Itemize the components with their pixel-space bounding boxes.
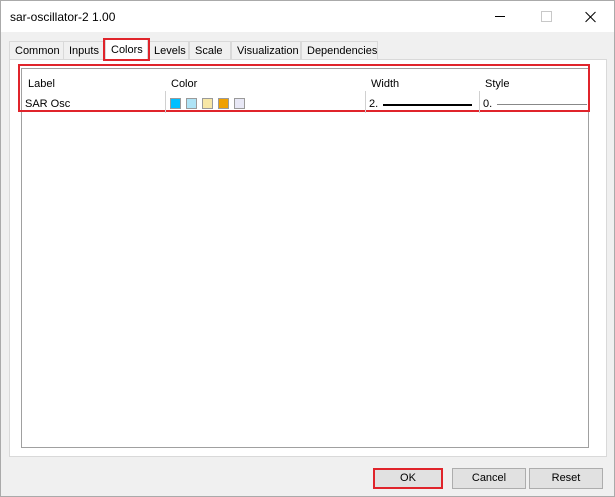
colors-grid: Label Color Width Style SAR Osc 2. 0. [18,64,590,448]
tab-levels[interactable]: Levels [148,41,189,59]
column-header-color: Color [171,78,198,90]
row-label: SAR Osc [25,98,71,110]
tab-visualization[interactable]: Visualization [231,41,301,59]
color-swatch-1[interactable] [170,98,181,109]
cancel-button[interactable]: Cancel [452,468,526,489]
maximize-icon [540,11,552,22]
tab-scale[interactable]: Scale [189,41,231,59]
tab-colors[interactable]: Colors [103,38,150,61]
minimize-icon [495,16,505,17]
close-button[interactable] [568,1,614,32]
close-icon [585,11,597,23]
style-value[interactable]: 0. [483,98,492,110]
tab-dependencies[interactable]: Dependencies [301,41,378,59]
tab-bar: Common Inputs Colors Levels Scale Visual… [9,38,609,61]
tab-common[interactable]: Common [9,41,64,59]
colors-panel: Label Color Width Style SAR Osc 2. 0. [9,59,607,457]
color-swatch-5[interactable] [234,98,245,109]
title-bar: sar-oscillator-2 1.00 [1,1,614,32]
color-swatch-3[interactable] [202,98,213,109]
reset-button[interactable]: Reset [529,468,603,489]
column-header-width: Width [371,78,400,90]
dialog-window: sar-oscillator-2 1.00 Common Inputs Colo… [0,0,615,497]
width-value[interactable]: 2. [369,98,378,110]
window-title: sar-oscillator-2 1.00 [10,10,116,24]
maximize-button[interactable] [523,1,569,32]
color-swatch-2[interactable] [186,98,197,109]
ok-button-label: OK [400,472,416,484]
column-separator [365,91,366,113]
column-separator [165,91,166,113]
width-line-preview [383,104,472,106]
tab-inputs[interactable]: Inputs [63,41,104,59]
column-header-label: Label [28,78,55,90]
ok-button[interactable]: OK [373,468,443,489]
style-line-preview [497,104,587,105]
column-separator [479,91,480,113]
minimize-button[interactable] [477,1,523,32]
column-header-style: Style [485,78,510,90]
color-swatch-4[interactable] [218,98,229,109]
